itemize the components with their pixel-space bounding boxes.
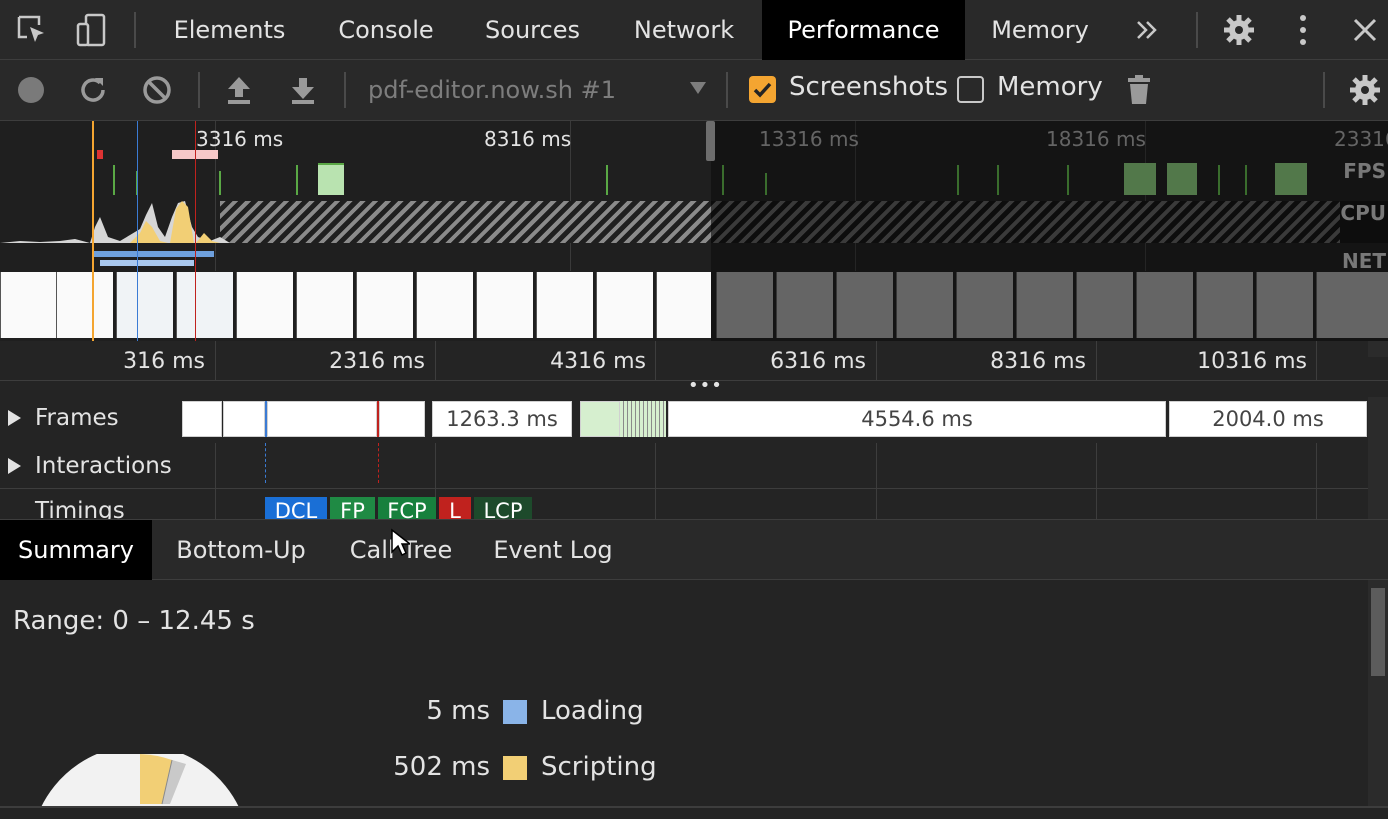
ruler-label: 10316 ms bbox=[1197, 349, 1307, 374]
memory-label[interactable]: Memory bbox=[997, 72, 1103, 102]
separator bbox=[344, 72, 346, 108]
overview-marker-red bbox=[195, 121, 196, 341]
legend-value: 502 ms bbox=[393, 752, 490, 782]
overview-time-label: 3316 ms bbox=[196, 127, 284, 151]
mouse-cursor-icon bbox=[391, 528, 410, 557]
separator bbox=[726, 72, 728, 108]
timeline-overview[interactable]: 3316 ms 8316 ms 13316 ms 18316 ms 23316 … bbox=[0, 121, 1388, 341]
frames-track-label: Frames bbox=[35, 405, 119, 431]
legend-row-loading: 5 ms Loading bbox=[0, 696, 1368, 726]
separator bbox=[198, 72, 200, 108]
performance-toolbar: pdf-editor.now.sh #1 bbox=[0, 60, 1388, 121]
chevron-down-icon bbox=[690, 82, 706, 94]
ruler-label: 316 ms bbox=[123, 349, 205, 374]
devtools-tab-bar: Elements Console Sources Network Perform… bbox=[0, 0, 1388, 60]
timing-marker-dcl[interactable]: DCL bbox=[265, 497, 327, 519]
screenshots-label[interactable]: Screenshots bbox=[789, 72, 948, 102]
timing-marker-lcp[interactable]: LCP bbox=[474, 497, 532, 519]
clear-button[interactable] bbox=[137, 70, 177, 110]
summary-panel: Range: 0 – 12.45 s 5 ms Loading 502 ms S… bbox=[0, 580, 1368, 808]
legend-value: 5 ms bbox=[426, 696, 490, 726]
tab-bottom-up[interactable]: Bottom-Up bbox=[152, 520, 330, 580]
ruler-label: 4316 ms bbox=[550, 349, 646, 374]
legend-name: Loading bbox=[541, 696, 644, 726]
legend-name: Scripting bbox=[541, 752, 657, 782]
summary-scrollbar-thumb[interactable] bbox=[1371, 588, 1385, 676]
screenshots-checkbox[interactable] bbox=[749, 76, 776, 103]
resize-grip-icon[interactable]: ••• bbox=[688, 375, 723, 396]
tab-console[interactable]: Console bbox=[315, 0, 457, 60]
upload-profile-icon[interactable] bbox=[219, 70, 259, 110]
loading-color-swatch bbox=[503, 700, 527, 724]
collect-garbage-trash-icon[interactable] bbox=[1119, 70, 1159, 110]
scripting-color-swatch bbox=[503, 756, 527, 780]
tab-sources[interactable]: Sources bbox=[465, 0, 600, 60]
overview-marker-blue bbox=[137, 121, 138, 341]
separator bbox=[1196, 12, 1198, 48]
more-options-kebab-icon[interactable] bbox=[1283, 10, 1323, 50]
settings-gear-icon[interactable] bbox=[1219, 10, 1259, 50]
overview-time-label: 8316 ms bbox=[484, 127, 572, 151]
frame-block[interactable]: 2004.0 ms bbox=[1169, 401, 1367, 437]
tab-elements[interactable]: Elements bbox=[152, 0, 307, 60]
summary-pie-chart bbox=[40, 754, 240, 808]
capture-settings-gear-icon[interactable] bbox=[1345, 70, 1385, 110]
frame-block[interactable]: 1263.3 ms bbox=[432, 401, 572, 437]
expand-triangle-icon bbox=[8, 458, 21, 474]
download-profile-icon[interactable] bbox=[283, 70, 323, 110]
ruler-label: 2316 ms bbox=[329, 349, 425, 374]
frames-track-toggle[interactable]: Frames bbox=[8, 405, 119, 431]
device-toolbar-icon[interactable] bbox=[72, 10, 112, 50]
timing-marker-fcp[interactable]: FCP bbox=[378, 497, 436, 519]
interactions-track-toggle[interactable]: Interactions bbox=[8, 453, 172, 479]
record-button[interactable] bbox=[11, 70, 51, 110]
tab-network[interactable]: Network bbox=[608, 0, 760, 60]
range-text: Range: 0 – 12.45 s bbox=[13, 606, 255, 636]
tab-summary[interactable]: Summary bbox=[0, 520, 152, 580]
overview-marker-orange bbox=[92, 121, 94, 341]
more-tabs-chevron-icon[interactable] bbox=[1127, 10, 1167, 50]
interactions-track-label: Interactions bbox=[35, 453, 172, 479]
separator bbox=[134, 12, 136, 48]
flame-chart-tracks[interactable]: Frames 1263.3 ms 4554.6 ms 2004.0 ms Int… bbox=[0, 397, 1388, 519]
close-devtools-icon[interactable] bbox=[1345, 10, 1385, 50]
inspect-element-icon[interactable] bbox=[12, 10, 52, 50]
expand-triangle-icon bbox=[8, 410, 21, 426]
frame-block[interactable]: 4554.6 ms bbox=[668, 401, 1166, 437]
ruler-label: 8316 ms bbox=[990, 349, 1086, 374]
outside-selection-overlay bbox=[711, 121, 1388, 341]
profile-select-value: pdf-editor.now.sh #1 bbox=[368, 76, 616, 104]
separator bbox=[1323, 72, 1325, 108]
timings-track-label[interactable]: Timings bbox=[35, 498, 125, 519]
ruler-label: 6316 ms bbox=[770, 349, 866, 374]
tab-event-log[interactable]: Event Log bbox=[472, 520, 634, 580]
details-tab-bar: Summary Bottom-Up Call Tree Event Log bbox=[0, 519, 1388, 580]
fps-warning-marker bbox=[97, 150, 103, 159]
timing-marker-l[interactable]: L bbox=[439, 497, 471, 519]
profile-select-dropdown[interactable]: pdf-editor.now.sh #1 bbox=[368, 72, 714, 108]
selection-handle[interactable] bbox=[706, 121, 715, 161]
memory-checkbox[interactable] bbox=[957, 76, 984, 103]
tab-memory[interactable]: Memory bbox=[970, 0, 1110, 60]
tab-performance[interactable]: Performance bbox=[762, 0, 965, 60]
reload-record-button[interactable] bbox=[73, 70, 113, 110]
timing-marker-fp[interactable]: FP bbox=[330, 497, 375, 519]
